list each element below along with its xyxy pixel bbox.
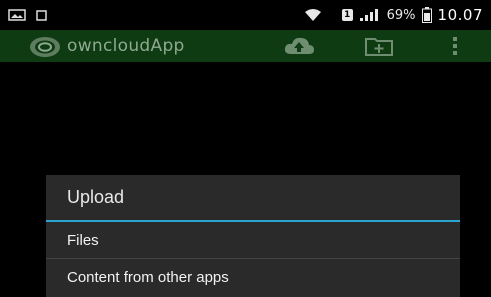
screenshot-notification-icon <box>8 9 26 21</box>
battery-icon <box>421 7 432 23</box>
sim-badge: 1 <box>341 9 353 21</box>
status-bar: 1 69% 10.07 <box>0 0 491 30</box>
battery-percent: 69% <box>386 7 416 23</box>
app-title: owncloudApp <box>67 36 185 56</box>
overflow-menu-icon[interactable] <box>452 36 458 56</box>
notification-icon <box>36 9 47 21</box>
wifi-icon <box>304 9 321 21</box>
upload-cloud-icon[interactable] <box>283 36 315 56</box>
dialog-title: Upload <box>46 175 460 222</box>
new-folder-icon[interactable] <box>365 37 393 56</box>
clock: 10.07 <box>437 6 483 24</box>
owncloud-logo-icon[interactable] <box>28 33 62 59</box>
upload-option-files[interactable]: Files <box>46 222 460 258</box>
upload-dialog: Upload Files Content from other apps <box>46 175 460 297</box>
upload-option-other-apps[interactable]: Content from other apps <box>46 259 460 295</box>
signal-icon <box>359 9 378 21</box>
action-bar: owncloudApp <box>0 30 491 62</box>
